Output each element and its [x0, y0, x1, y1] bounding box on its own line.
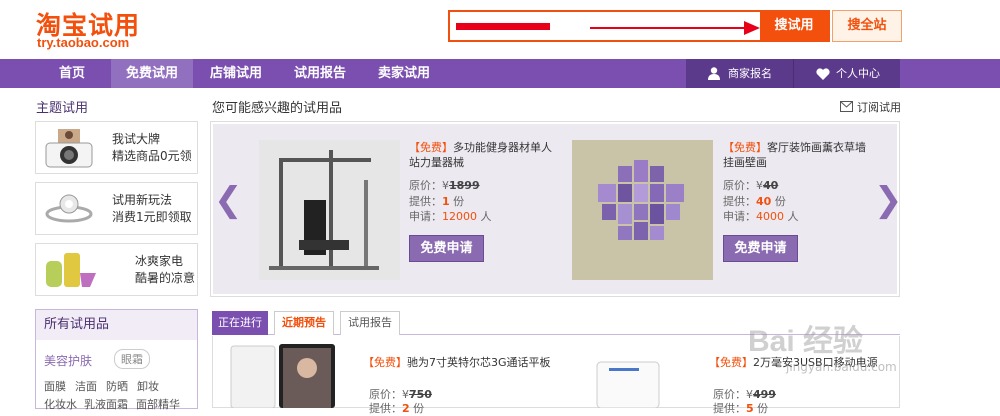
product-carousel: ❮ ❯ 【免费】多功能健身器材单人站力量器械 原价：¥1899 提供：1 份 申… [210, 121, 903, 297]
category-beauty[interactable]: 美容护肤 [44, 352, 92, 369]
product-image-power-bank[interactable] [593, 356, 673, 408]
category-link[interactable]: 卸妆 [137, 378, 159, 394]
applicant-count: 申请：4000 人 [723, 210, 799, 223]
supply-count: 提供：5 份 [713, 402, 769, 415]
category-link[interactable]: 化妆水 [44, 396, 77, 412]
theme-line2: 酷暑的凉意 [135, 271, 196, 285]
original-price: 原价：¥40 [723, 179, 779, 192]
main-nav: 首页 免费试用 店铺试用 试用报告 卖家试用 商家报名 个人中心 [0, 59, 1000, 88]
ring-icon [45, 194, 93, 223]
nav-user-area: 商家报名 个人中心 [686, 59, 900, 88]
nav-shop-trial[interactable]: 店铺试用 [200, 59, 272, 88]
search-all-button[interactable]: 搜全站 [832, 10, 902, 42]
theme-line2: 消费1元即领取 [112, 210, 192, 224]
theme-line1: 试用新玩法 [112, 193, 173, 207]
tab-upcoming[interactable]: 近期预告 [274, 311, 334, 335]
product-title[interactable]: 【免费】驰为7寸英特尔芯3G通话平板 [363, 354, 551, 370]
merchant-signup-link[interactable]: 商家报名 [728, 59, 772, 88]
baidu-watermark: Bai 经验 [748, 325, 864, 358]
chevron-right-icon[interactable]: ❯ [874, 180, 903, 220]
free-apply-button[interactable]: 免费申请 [409, 235, 484, 262]
nav-trial-reports[interactable]: 试用报告 [284, 59, 356, 88]
free-apply-button[interactable]: 免费申请 [723, 235, 798, 262]
mail-icon[interactable] [840, 101, 853, 112]
product-title[interactable]: 【免费】客厅装饰画薰衣草墙挂画壁画 [723, 140, 868, 170]
user-icon [708, 67, 720, 80]
category-link[interactable]: 乳液面霜 [84, 396, 128, 412]
theme-item-new-play[interactable]: 试用新玩法 消费1元即领取 [35, 182, 198, 235]
category-link[interactable]: 洁面 [75, 378, 97, 394]
heart-icon [816, 68, 830, 80]
subscribe-link[interactable]: 订阅试用 [857, 99, 901, 115]
nav-divider [793, 59, 794, 88]
appliance-icon [46, 253, 96, 287]
theme-line1: 冰爽家电 [135, 254, 184, 268]
applicant-count: 申请：12000 人 [409, 210, 492, 223]
search-box: 搜试用 [448, 10, 830, 42]
category-link[interactable]: 面膜 [44, 378, 66, 394]
theme-item-brand[interactable]: 我试大牌 精选商品0元领 [35, 121, 198, 174]
category-link[interactable]: 防晒 [106, 378, 128, 394]
tab-reports[interactable]: 试用报告 [340, 311, 400, 335]
camera-icon [45, 129, 93, 168]
theme-line1: 我试大牌 [112, 132, 161, 146]
nav-seller-trial[interactable]: 卖家试用 [368, 59, 440, 88]
product-image-gym[interactable] [259, 140, 400, 280]
theme-trial-title: 主题试用 [36, 101, 89, 116]
all-products-panel: 所有试用品 美容护肤 眼霜 面膜 洁面 防晒 卸妆 化妆水 乳液面霜 面部精华 [35, 309, 198, 412]
original-price: 原价：¥1899 [409, 179, 480, 192]
logo-url[interactable]: try.taobao.com [37, 35, 129, 50]
personal-center-link[interactable]: 个人中心 [836, 59, 880, 88]
theme-item-appliances[interactable]: 冰爽家电 酷暑的凉意 [35, 243, 198, 296]
supply-count: 提供：40 份 [723, 195, 786, 208]
search-try-button[interactable]: 搜试用 [760, 12, 828, 40]
product-image-tablet[interactable] [229, 342, 339, 408]
section-title: 您可能感兴趣的试用品 [212, 101, 343, 116]
supply-count: 提供：1 份 [409, 195, 465, 208]
nav-free-trial[interactable]: 免费试用 [111, 59, 193, 88]
category-link[interactable]: 面部精华 [136, 396, 180, 412]
tab-ongoing[interactable]: 正在进行 [212, 311, 268, 335]
nav-home[interactable]: 首页 [44, 59, 100, 88]
watermark-url: jingyan.baidu.com [786, 360, 897, 374]
product-image-wall-art[interactable] [572, 140, 713, 280]
annotation-arrow-icon [744, 21, 760, 35]
annotation-arrow-line [590, 27, 748, 29]
redaction-mark [456, 23, 550, 30]
supply-count: 提供：2 份 [369, 402, 425, 415]
theme-line2: 精选商品0元领 [112, 149, 192, 163]
chevron-left-icon[interactable]: ❮ [214, 180, 243, 220]
product-title[interactable]: 【免费】多功能健身器材单人站力量器械 [409, 140, 554, 170]
all-products-title: 所有试用品 [36, 310, 197, 340]
category-tag-eye-cream[interactable]: 眼霜 [114, 349, 150, 369]
